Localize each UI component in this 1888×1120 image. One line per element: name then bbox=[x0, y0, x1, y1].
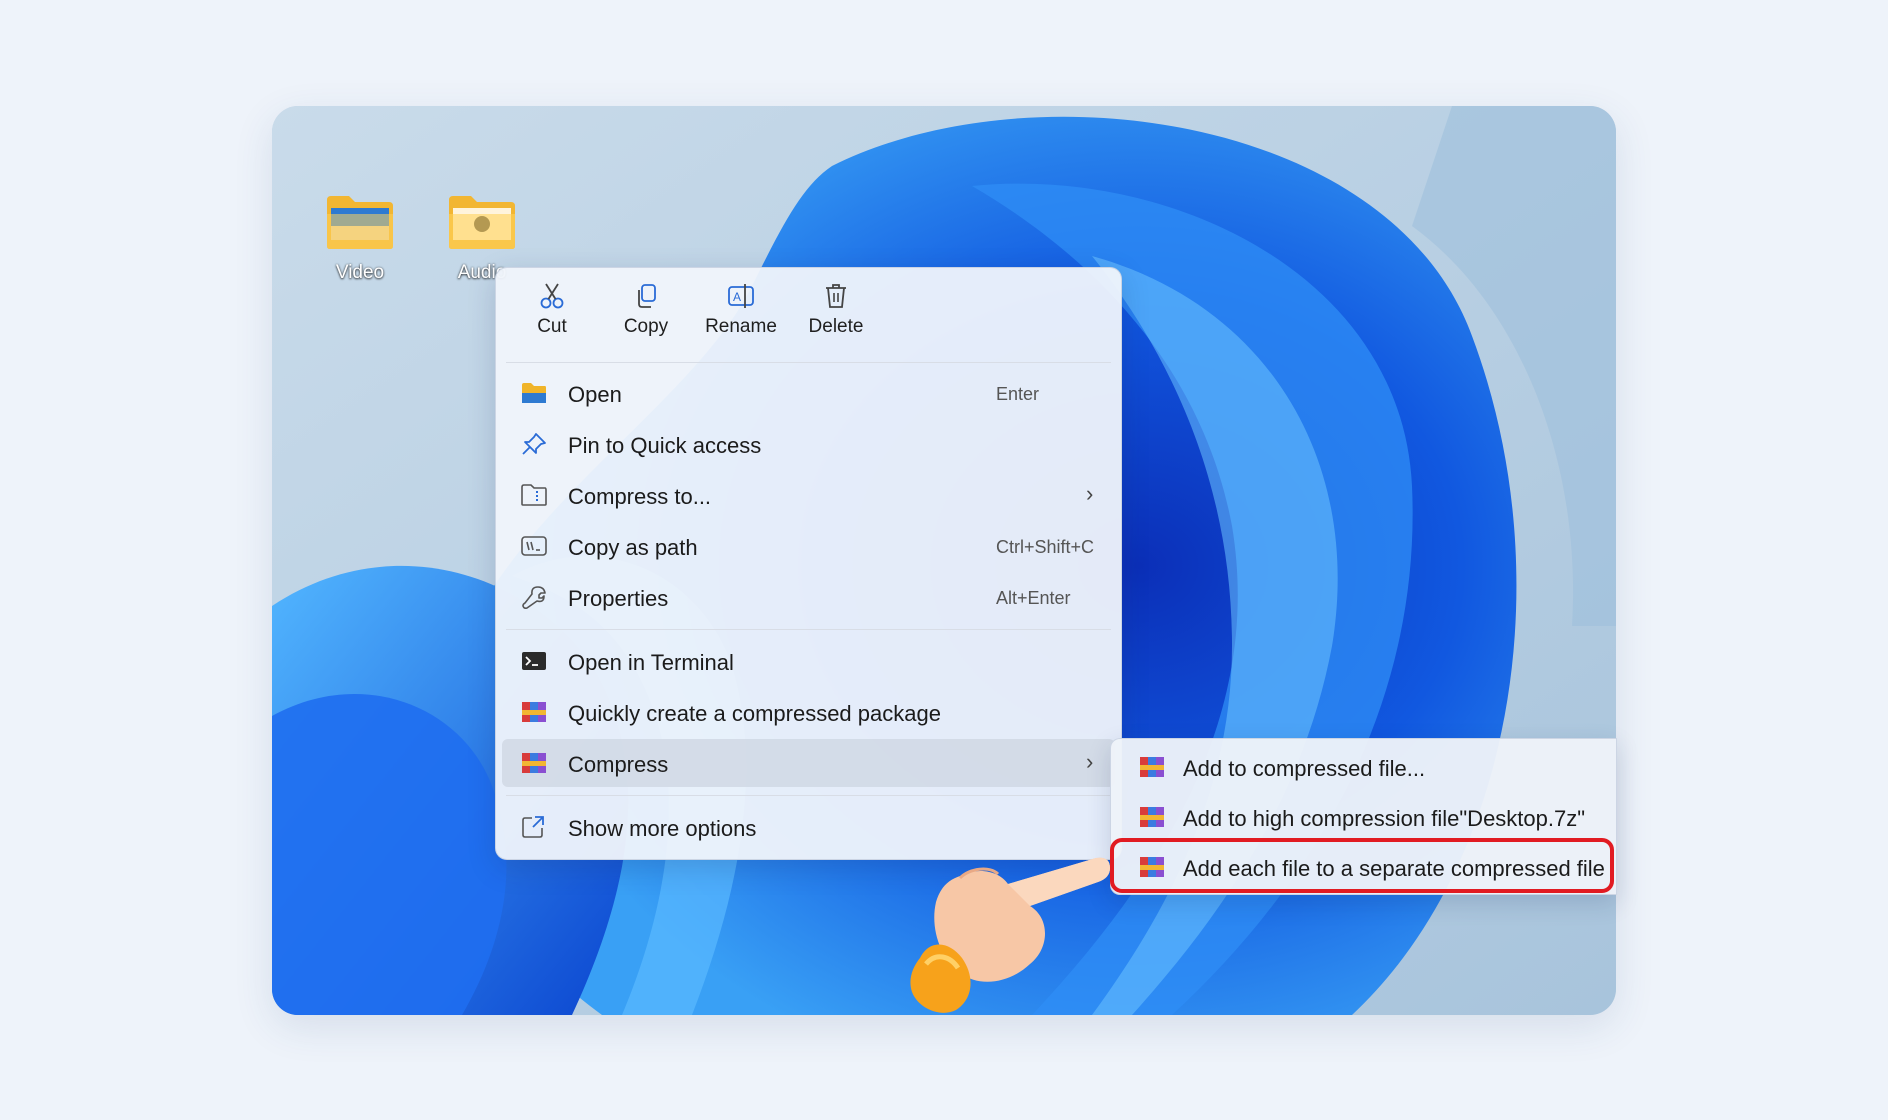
rename-button[interactable]: A Rename bbox=[698, 282, 784, 352]
desktop-icon-label: Video bbox=[335, 262, 385, 283]
menu-item-open[interactable]: Open Enter bbox=[502, 369, 1115, 417]
menu-item-copy-as-path[interactable]: Copy as path Ctrl+Shift+C bbox=[502, 522, 1115, 570]
delete-button[interactable]: Delete bbox=[793, 282, 879, 352]
menu-item-label: Pin to Quick access bbox=[568, 433, 762, 458]
path-icon bbox=[521, 536, 547, 556]
wrench-icon bbox=[522, 586, 546, 609]
context-menu: Cut Copy A Rename Delete Open Enter Pin … bbox=[495, 267, 1122, 860]
menu-item-label: Compress bbox=[568, 752, 669, 777]
pin-icon bbox=[522, 433, 546, 455]
pointing-hand-icon bbox=[910, 857, 1110, 1013]
submenu-item-add-to-compressed[interactable]: Add to compressed file... bbox=[1115, 743, 1615, 791]
chevron-right-icon: › bbox=[1086, 749, 1094, 774]
menu-item-label: Properties bbox=[568, 586, 669, 611]
menu-item-label: Quickly create a compressed package bbox=[568, 701, 941, 726]
video-folder-icon bbox=[327, 196, 393, 249]
folder-icon bbox=[522, 383, 546, 403]
submenu-item-label: Add to compressed file... bbox=[1183, 756, 1426, 781]
menu-item-compress[interactable]: Compress › bbox=[502, 739, 1115, 787]
external-icon bbox=[522, 816, 544, 838]
chevron-right-icon: › bbox=[1086, 481, 1094, 506]
highlight-ring bbox=[1110, 838, 1614, 893]
cut-label: Cut bbox=[537, 316, 567, 337]
svg-text:A: A bbox=[733, 290, 741, 304]
menu-item-label: Open bbox=[568, 382, 622, 407]
menu-item-label: Open in Terminal bbox=[568, 650, 734, 675]
terminal-icon bbox=[522, 652, 546, 670]
divider bbox=[506, 362, 1111, 363]
trash-icon bbox=[826, 284, 846, 308]
desktop-icon-video[interactable]: Video bbox=[310, 194, 410, 284]
context-menu-toolbar: Cut Copy A Rename Delete bbox=[496, 268, 1121, 362]
archive-icon bbox=[522, 702, 546, 722]
copy-label: Copy bbox=[623, 316, 669, 337]
submenu-item-label: Add to high compression file"Desktop.7z" bbox=[1183, 806, 1586, 831]
divider bbox=[506, 629, 1111, 630]
archive-icon bbox=[1140, 757, 1164, 777]
scissors-icon bbox=[540, 283, 564, 309]
copy-icon bbox=[638, 284, 656, 308]
menu-item-label: Copy as path bbox=[568, 535, 698, 560]
menu-item-properties[interactable]: Properties Alt+Enter bbox=[502, 573, 1115, 621]
shortcut-text: Enter bbox=[996, 384, 1040, 404]
archive-icon bbox=[522, 753, 546, 773]
rename-icon: A bbox=[728, 284, 754, 308]
submenu-item-add-high-compression[interactable]: Add to high compression file"Desktop.7z" bbox=[1115, 793, 1615, 841]
menu-item-pin-quick-access[interactable]: Pin to Quick access bbox=[502, 420, 1115, 468]
cut-button[interactable]: Cut bbox=[509, 282, 595, 352]
zip-folder-icon bbox=[521, 484, 547, 506]
audio-folder-icon bbox=[449, 196, 515, 249]
menu-item-label: Compress to... bbox=[568, 484, 712, 509]
shortcut-text: Alt+Enter bbox=[996, 588, 1071, 608]
copy-button[interactable]: Copy bbox=[603, 282, 689, 352]
menu-item-compress-to[interactable]: Compress to... › bbox=[502, 471, 1115, 519]
archive-icon bbox=[1140, 807, 1164, 827]
menu-item-quick-compress[interactable]: Quickly create a compressed package bbox=[502, 688, 1115, 736]
divider bbox=[506, 795, 1111, 796]
menu-item-label: Show more options bbox=[568, 816, 757, 841]
delete-label: Delete bbox=[808, 316, 864, 337]
rename-label: Rename bbox=[705, 316, 777, 337]
shortcut-text: Ctrl+Shift+C bbox=[996, 537, 1095, 557]
menu-item-open-in-terminal[interactable]: Open in Terminal bbox=[502, 637, 1115, 685]
